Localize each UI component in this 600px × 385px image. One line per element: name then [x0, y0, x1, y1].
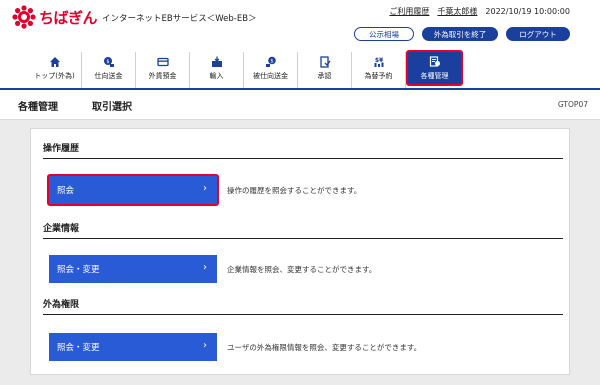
section-title-company-info: 企業情報	[43, 224, 80, 234]
section-title-operation-history: 操作履歴	[43, 144, 80, 154]
nav-label: トップ(外為)	[34, 72, 75, 80]
header: ちばぎん インターネットEBサービス＜Web-EB＞ ご利用履歴 千葉太郎様 2…	[0, 0, 600, 90]
receive-icon: $	[265, 56, 276, 67]
approve-icon	[319, 56, 331, 68]
main-nav: トップ(外為) $ 仕向送金 外貨預金 輸入 $ 被仕向送金 承認 $¥ 為替予…	[28, 50, 463, 90]
nav-item-approval[interactable]: 承認	[298, 52, 352, 88]
home-icon	[49, 57, 60, 67]
login-datetime: 2022/10/19 10:00:00	[485, 7, 570, 16]
chevron-right-icon: ›	[203, 183, 207, 194]
nav-label: 輸入	[209, 72, 224, 80]
usage-history-link[interactable]: ご利用履歴	[389, 6, 429, 17]
page-subtitle: 取引選択	[92, 102, 132, 113]
import-icon	[211, 56, 222, 67]
section-divider	[43, 158, 563, 159]
forex-icon: $¥	[374, 57, 383, 67]
nav-label: 各種管理	[420, 72, 449, 80]
chibagin-logo-icon	[12, 5, 36, 29]
top-links: ご利用履歴 千葉太郎様 2022/10/19 10:00:00	[389, 6, 570, 17]
nav-label: 被仕向送金	[253, 72, 288, 80]
page-title: 各種管理	[18, 102, 58, 113]
nav-item-management[interactable]: 各種管理	[406, 50, 463, 86]
section-title-fx-authority: 外為権限	[43, 300, 80, 310]
public-rates-button[interactable]: 公示相場	[354, 27, 414, 41]
end-fx-button[interactable]: 外為取引を終了	[422, 27, 498, 41]
brand-logo: ちばぎん インターネットEBサービス＜Web-EB＞	[12, 5, 257, 29]
logout-button[interactable]: ログアウト	[506, 27, 570, 41]
chevron-right-icon: ›	[203, 340, 207, 351]
section-divider	[43, 314, 563, 315]
button-label: 照会・変更	[57, 265, 100, 275]
button-label: 照会	[57, 186, 75, 196]
remit-icon: $	[103, 57, 114, 67]
nav-label: 為替予約	[364, 72, 393, 80]
nav-item-outward-remittance[interactable]: $ 仕向送金	[82, 52, 136, 88]
nav-item-forex-contract[interactable]: $¥ 為替予約	[352, 52, 406, 88]
nav-item-fx-deposit[interactable]: 外貨預金	[136, 52, 190, 88]
header-buttons: 公示相場 外為取引を終了 ログアウト	[354, 27, 570, 41]
fx-authority-inquiry-change-button[interactable]: 照会・変更 ›	[49, 333, 217, 361]
section-divider	[43, 238, 563, 239]
nav-item-inward-remittance[interactable]: $ 被仕向送金	[244, 52, 298, 88]
nav-label: 仕向送金	[94, 72, 123, 80]
svg-text:$: $	[106, 59, 109, 65]
chevron-right-icon: ›	[203, 262, 207, 273]
operation-history-inquiry-button[interactable]: 照会 ›	[47, 174, 219, 206]
manage-icon	[429, 56, 440, 67]
nav-item-top[interactable]: トップ(外為)	[28, 52, 82, 88]
operation-history-description: 操作の履歴を照会することができます。	[227, 186, 362, 195]
page-title-bar: 各種管理 取引選択 GTOP07	[0, 90, 600, 120]
service-name: インターネットEBサービス＜Web-EB＞	[102, 14, 257, 24]
fx-authority-description: ユーザの外為権限情報を照会、変更することができます。	[227, 343, 422, 352]
brand-name: ちばぎん	[39, 8, 98, 27]
company-info-inquiry-change-button[interactable]: 照会・変更 ›	[49, 255, 217, 283]
button-label: 照会・変更	[57, 343, 100, 353]
nav-label: 外貨預金	[148, 72, 177, 80]
nav-label: 承認	[317, 72, 332, 80]
card-icon	[156, 57, 169, 67]
content-card: 操作履歴 照会 › 操作の履歴を照会することができます。 企業情報 照会・変更 …	[30, 128, 570, 375]
nav-item-import[interactable]: 輸入	[190, 52, 244, 88]
screen-id: GTOP07	[557, 100, 588, 109]
company-info-description: 企業情報を照会、変更することができます。	[227, 265, 377, 274]
svg-text:$: $	[270, 58, 273, 64]
user-name-link[interactable]: 千葉太郎様	[437, 6, 477, 17]
